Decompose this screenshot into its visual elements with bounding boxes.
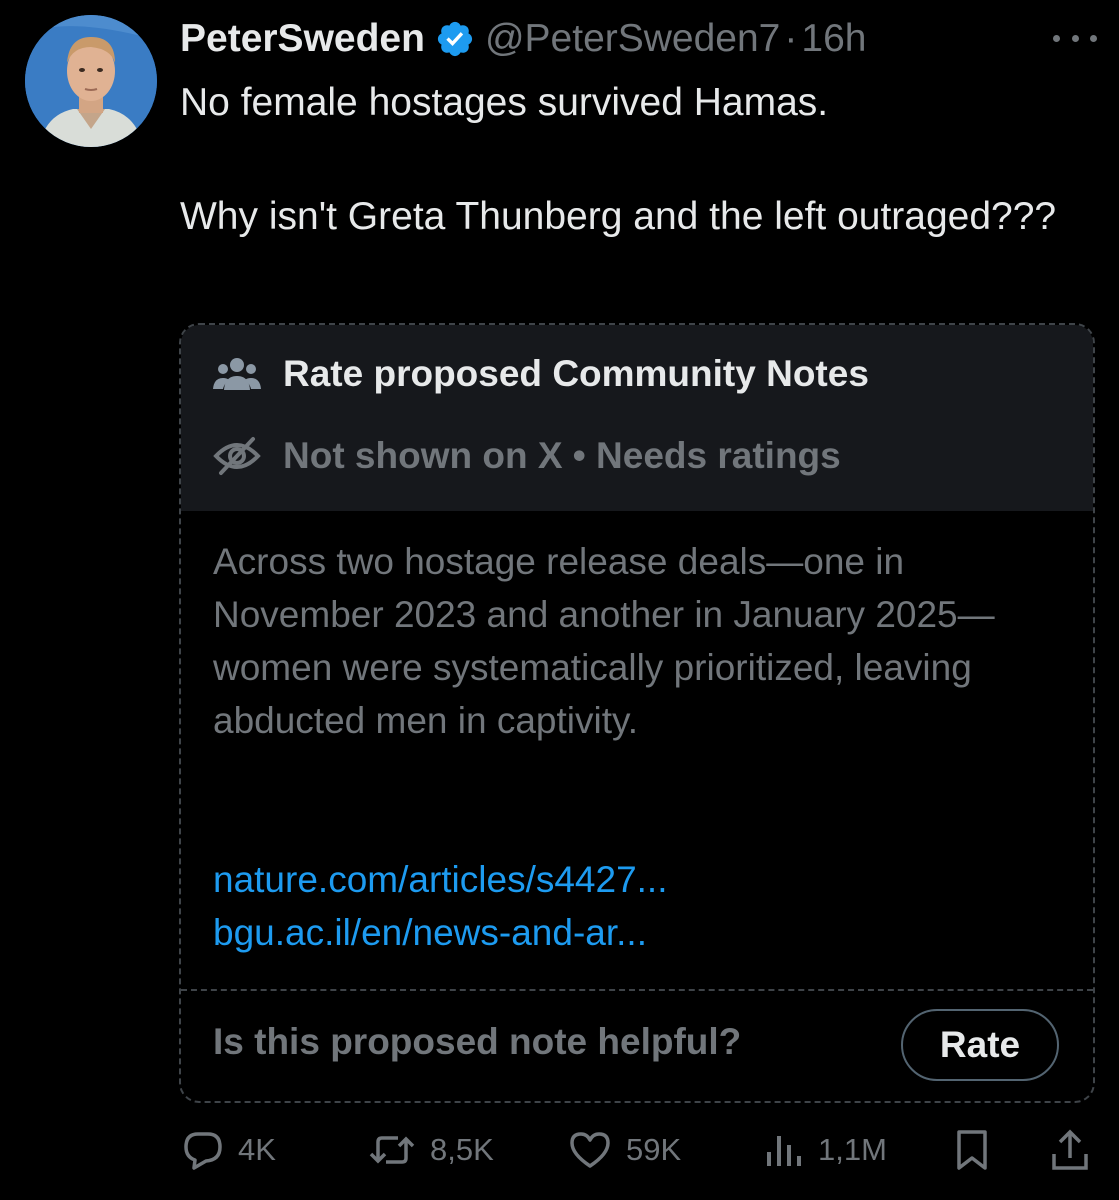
heart-icon	[568, 1130, 612, 1170]
display-name[interactable]: PeterSweden	[180, 14, 425, 64]
tweet-text-line: Why isn't Greta Thunberg and the left ou…	[180, 195, 1057, 238]
like-button[interactable]: 59K	[568, 1120, 681, 1180]
handle[interactable]: @PeterSweden7	[485, 14, 780, 64]
eye-slash-icon	[213, 436, 263, 476]
note-divider	[181, 989, 1093, 991]
tweet-text: No female hostages survived Hamas. Why i…	[180, 74, 1080, 245]
action-bar: 4K 8,5K 59K 1,1M	[0, 1120, 1119, 1180]
more-options-icon[interactable]	[1053, 30, 1097, 46]
profile-photo	[25, 15, 157, 147]
timestamp[interactable]: 16h	[801, 14, 866, 64]
note-title-row: Rate proposed Community Notes	[213, 353, 869, 395]
repost-count: 8,5K	[430, 1132, 494, 1167]
share-button[interactable]	[1050, 1120, 1090, 1180]
view-count: 1,1M	[818, 1132, 887, 1167]
tweet: PeterSweden @PeterSweden7 · 16h No femal…	[0, 0, 1119, 1200]
share-icon	[1050, 1128, 1090, 1172]
bookmark-icon	[954, 1128, 990, 1172]
separator: ·	[784, 17, 798, 60]
tweet-text-line: No female hostages survived Hamas.	[180, 81, 829, 124]
note-source-link[interactable]: bgu.ac.il/en/news-and-ar...	[213, 906, 647, 959]
rate-button[interactable]: Rate	[901, 1009, 1059, 1081]
note-body: Across two hostage release deals—one in …	[213, 541, 995, 741]
verified-badge-icon[interactable]	[435, 19, 475, 59]
tweet-header: PeterSweden @PeterSweden7 · 16h	[180, 14, 866, 64]
analytics-icon	[764, 1130, 804, 1170]
reply-icon	[182, 1130, 224, 1170]
reply-count: 4K	[238, 1132, 276, 1167]
views-button[interactable]: 1,1M	[764, 1120, 887, 1180]
repost-icon	[368, 1130, 416, 1170]
bookmark-button[interactable]	[954, 1120, 990, 1180]
note-header: Rate proposed Community Notes Not shown …	[181, 325, 1093, 511]
people-icon	[213, 354, 263, 394]
note-title: Rate proposed Community Notes	[283, 353, 869, 394]
helpful-question: Is this proposed note helpful?	[213, 1021, 742, 1062]
note-source-link[interactable]: nature.com/articles/s4427...	[213, 853, 668, 906]
note-status-row: Not shown on X • Needs ratings	[213, 435, 841, 477]
community-note-card[interactable]: Rate proposed Community Notes Not shown …	[179, 323, 1095, 1103]
avatar[interactable]	[25, 15, 157, 147]
reply-button[interactable]: 4K	[182, 1120, 276, 1180]
repost-button[interactable]: 8,5K	[368, 1120, 494, 1180]
note-status: Not shown on X • Needs ratings	[283, 435, 841, 476]
like-count: 59K	[626, 1132, 682, 1167]
